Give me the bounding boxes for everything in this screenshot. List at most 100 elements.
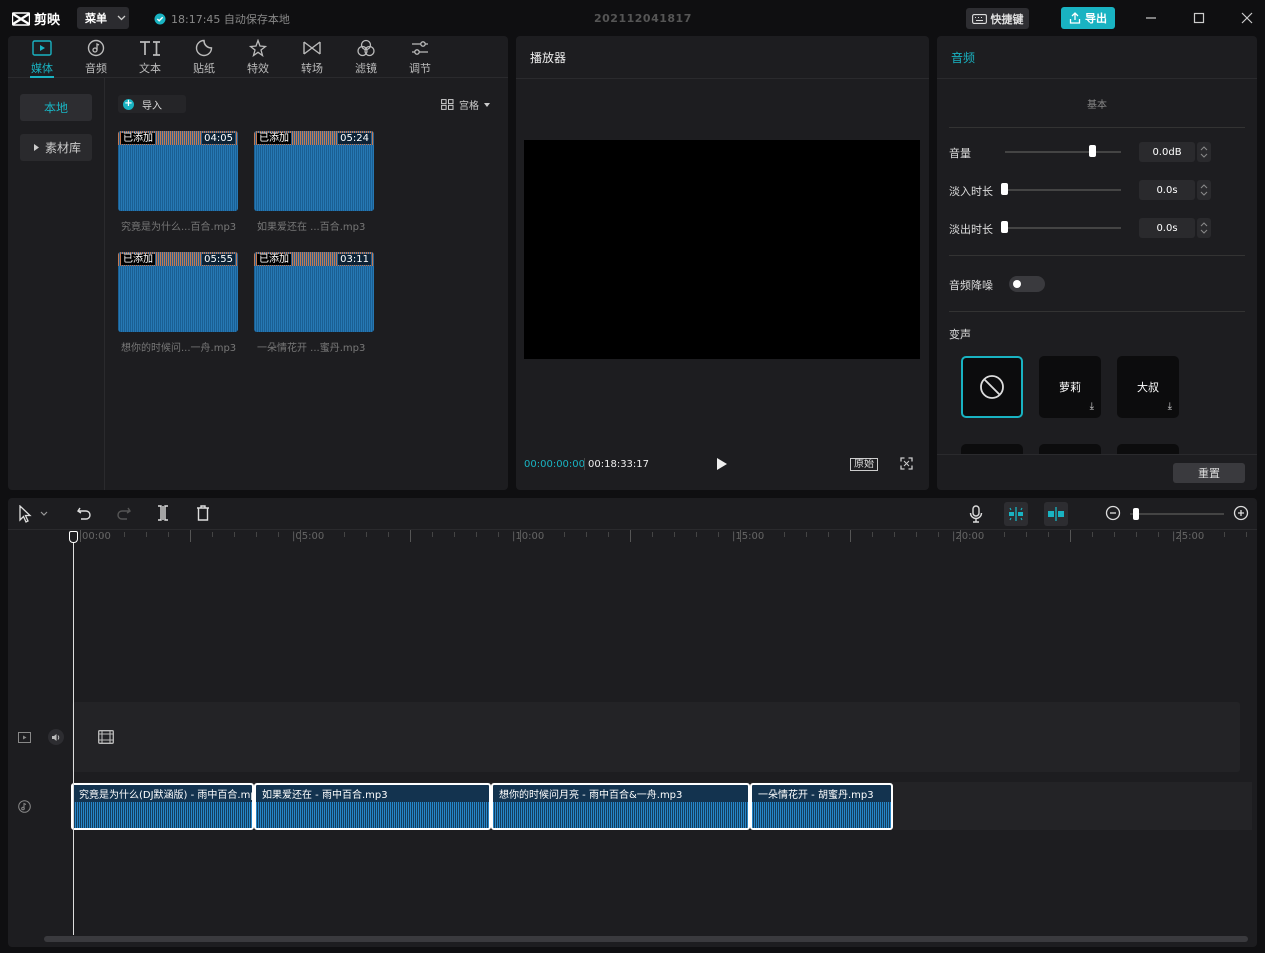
current-timecode: 00:00:00:00 — [524, 459, 586, 470]
volume-stepper[interactable] — [1197, 142, 1211, 162]
fullscreen-button[interactable] — [900, 457, 913, 470]
film-icon — [98, 730, 114, 744]
record-voice-button[interactable] — [969, 505, 983, 523]
audio-clip[interactable]: 究竟是为什么(DJ默涵版) - 雨中百合.mp3 — [71, 783, 254, 830]
snap-toggle[interactable] — [1004, 502, 1028, 526]
delete-button[interactable] — [196, 505, 210, 521]
volume-slider-knob[interactable] — [1089, 145, 1096, 157]
tab-effects[interactable]: 特效 — [236, 38, 280, 76]
properties-panel: 音频 基本 音量 0.0dB 淡入时长 0.0s 淡出时长 0.0s 音频降噪 … — [937, 36, 1257, 490]
media-item[interactable]: 已添加 05:24 如果爱还在 ...百合.mp3 — [254, 131, 374, 233]
ruler-tick — [828, 532, 829, 537]
capcut-logo-icon — [12, 11, 30, 26]
voice-option-uncle[interactable]: 大叔 ⤓ — [1117, 356, 1179, 418]
playhead[interactable] — [73, 538, 74, 935]
select-tool-button[interactable] — [18, 505, 52, 523]
ruler-tick — [454, 532, 455, 537]
ruler-tick — [1004, 532, 1005, 537]
playhead-handle[interactable] — [69, 531, 78, 543]
denoise-toggle[interactable] — [1009, 276, 1045, 292]
redo-button[interactable] — [116, 505, 132, 521]
project-title: 202112041817 — [594, 12, 692, 25]
zoom-out-button[interactable] — [1105, 505, 1121, 521]
voice-option-partial[interactable] — [1117, 444, 1179, 454]
zoom-slider[interactable] — [1130, 513, 1224, 515]
video-track[interactable] — [72, 702, 1240, 772]
tab-audio[interactable]: 音频 — [74, 38, 118, 76]
time-ruler[interactable]: 00:00 |05:00 |10:00 |15:00 |20:00 |25:00 — [72, 530, 1252, 544]
speaker-icon — [52, 733, 60, 741]
sidebar-item-library[interactable]: 素材库 — [20, 134, 92, 161]
player-title: 播放器 — [530, 51, 567, 65]
fade-in-value-input[interactable]: 0.0s — [1139, 180, 1195, 200]
close-button[interactable] — [1238, 9, 1256, 27]
volume-value-input[interactable]: 0.0dB — [1139, 142, 1195, 162]
split-button[interactable] — [156, 505, 170, 521]
mute-track-button[interactable] — [48, 729, 64, 745]
volume-label: 音量 — [949, 147, 971, 160]
media-item[interactable]: 已添加 04:05 究竟是为什么...百合.mp3 — [118, 131, 238, 233]
none-icon — [980, 375, 1004, 399]
tab-adjust[interactable]: 调节 — [398, 38, 442, 76]
plus-icon: + — [123, 97, 134, 110]
import-label: 导入 — [142, 100, 162, 112]
fade-in-slider[interactable] — [1005, 189, 1121, 191]
audio-thumbnail: 已添加 05:55 — [118, 252, 238, 332]
audio-clip-name: 如果爱还在 - 雨中百合.mp3 — [262, 790, 388, 801]
tab-sticker[interactable]: 贴纸 — [182, 38, 226, 76]
media-item[interactable]: 已添加 05:55 想你的时候问...一舟.mp3 — [118, 252, 238, 354]
ruler-tick — [1092, 532, 1093, 537]
audio-thumbnail: 已添加 03:11 — [254, 252, 374, 332]
video-preview[interactable] — [524, 140, 920, 359]
media-item[interactable]: 已添加 03:11 一朵情花开 ...蜜丹.mp3 — [254, 252, 374, 354]
voice-option-partial[interactable] — [1039, 444, 1101, 454]
export-button[interactable]: 导出 — [1061, 7, 1115, 29]
voice-option-none[interactable] — [961, 356, 1023, 418]
player-panel: 播放器 00:00:00:00 00:18:33:17 原始 — [516, 36, 929, 490]
sidebar-item-local[interactable]: 本地 — [20, 94, 92, 121]
minimize-button[interactable] — [1142, 9, 1160, 27]
aspect-ratio-button[interactable]: 原始 — [850, 458, 878, 471]
voice-option-loli[interactable]: 萝莉 ⤓ — [1039, 356, 1101, 418]
timeline-scrollbar[interactable] — [44, 936, 1248, 942]
ruler-tick — [916, 532, 917, 537]
audio-clip[interactable]: 如果爱还在 - 雨中百合.mp3 — [254, 783, 491, 830]
fade-out-stepper[interactable] — [1197, 218, 1211, 238]
view-mode-toggle[interactable]: 宫格 — [441, 97, 490, 112]
linkage-toggle[interactable] — [1044, 502, 1068, 526]
ruler-tick — [652, 532, 653, 537]
fade-in-stepper[interactable] — [1197, 180, 1211, 200]
total-timecode: 00:18:33:17 — [588, 459, 650, 470]
undo-button[interactable] — [76, 505, 92, 521]
tab-filter[interactable]: 滤镜 — [344, 38, 388, 76]
audio-clip[interactable]: 想你的时候问月亮 - 雨中百合&一舟.mp3 — [491, 783, 750, 830]
shortcut-button[interactable]: 快捷键 — [966, 8, 1029, 29]
tab-basic[interactable]: 基本 — [1087, 96, 1107, 111]
duration-badge: 04:05 — [202, 133, 235, 144]
menu-button[interactable]: 菜单 — [77, 7, 129, 29]
maximize-button[interactable] — [1190, 9, 1208, 27]
play-button[interactable] — [716, 457, 728, 471]
volume-slider[interactable] — [1005, 151, 1121, 153]
fade-out-label: 淡出时长 — [949, 223, 993, 236]
tab-text[interactable]: 文本 — [128, 38, 172, 76]
ruler-tick — [278, 532, 279, 537]
tab-transition[interactable]: 转场 — [290, 38, 334, 76]
zoom-in-button[interactable] — [1233, 505, 1249, 521]
import-button[interactable]: + 导入 — [118, 95, 186, 113]
fade-out-value-input[interactable]: 0.0s — [1139, 218, 1195, 238]
fade-out-slider[interactable] — [1005, 227, 1121, 229]
audio-clip-name: 一朵情花开 - 胡蜜丹.mp3 — [758, 790, 874, 801]
fade-out-slider-knob[interactable] — [1001, 221, 1008, 233]
ruler-tick — [1136, 532, 1137, 537]
voice-option-partial[interactable] — [961, 444, 1023, 454]
audio-track-icon — [18, 800, 31, 813]
ruler-tick — [1180, 530, 1181, 542]
reset-button[interactable]: 重置 — [1173, 463, 1245, 483]
zoom-slider-knob[interactable] — [1133, 508, 1139, 520]
tab-media[interactable]: 媒体 — [20, 38, 64, 78]
microphone-icon — [969, 505, 983, 523]
adjust-icon — [412, 40, 428, 55]
fade-in-slider-knob[interactable] — [1001, 183, 1008, 195]
audio-clip[interactable]: 一朵情花开 - 胡蜜丹.mp3 — [750, 783, 893, 830]
